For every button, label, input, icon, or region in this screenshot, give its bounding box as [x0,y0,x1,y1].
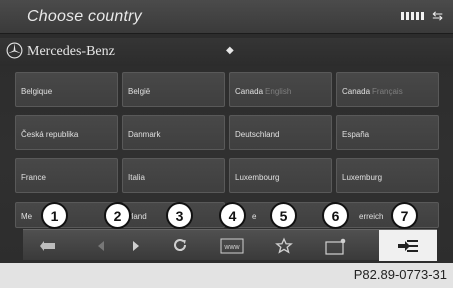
swap-arrows-icon[interactable]: ⇆ [432,9,443,22]
header-status: ⇆ [401,9,443,22]
country-button[interactable]: Luxemburg [336,158,439,193]
menu-button[interactable] [379,230,437,261]
favorites-star-icon [275,236,293,254]
brand-bar: Mercedes-Benz ◆ [0,38,453,66]
country-button[interactable]: Deutschland [229,115,332,150]
new-window-button[interactable] [310,230,362,261]
back-icon [40,240,55,251]
refresh-button[interactable] [154,230,206,261]
country-button[interactable]: España [336,115,439,150]
page-title: Choose country [27,8,142,25]
back-button[interactable] [23,230,75,261]
cursor-icon: ◆ [226,45,234,56]
next-icon [133,240,139,251]
refresh-icon [174,238,187,251]
brand-name: Mercedes-Benz [27,44,115,59]
callout-5: 5 [270,202,297,229]
country-button[interactable]: Luxembourg [229,158,332,193]
country-button[interactable]: Italia [122,158,225,193]
callout-7: 7 [391,202,418,229]
favorites-button[interactable] [258,230,310,261]
signal-bars-icon [401,11,425,20]
country-button[interactable]: Danmark [122,115,225,150]
country-button[interactable]: Canada Français [336,72,439,107]
callout-1: 1 [41,202,68,229]
country-button[interactable]: erreich [336,202,439,228]
www-button[interactable]: www [206,230,258,261]
callout-4: 4 [219,202,246,229]
svg-text:www: www [223,244,240,251]
country-button[interactable]: Belgique [15,72,118,107]
header-bar: Choose country ⇆ [0,0,453,34]
figure: Choose country ⇆ Mercedes-Benz ◆ Belgiqu… [0,0,453,288]
browser-screen: Choose country ⇆ Mercedes-Benz ◆ Belgiqu… [0,0,453,263]
callout-2: 2 [104,202,131,229]
previous-icon [98,240,104,251]
callout-3: 3 [166,202,193,229]
browser-toolbar: www [23,229,437,261]
menu-list-icon [398,239,418,252]
figure-caption: P82.89-0773-31 [353,267,447,282]
country-button[interactable]: Česká republika [15,115,118,150]
callout-6: 6 [322,202,349,229]
country-grid: Belgique België Canada English Canada Fran… [15,72,441,193]
country-button[interactable]: België [122,72,225,107]
country-button[interactable]: France [15,158,118,193]
mercedes-star-icon [6,42,23,59]
www-icon: www [220,238,244,253]
new-window-icon [325,238,346,255]
country-button[interactable]: Canada English [229,72,332,107]
